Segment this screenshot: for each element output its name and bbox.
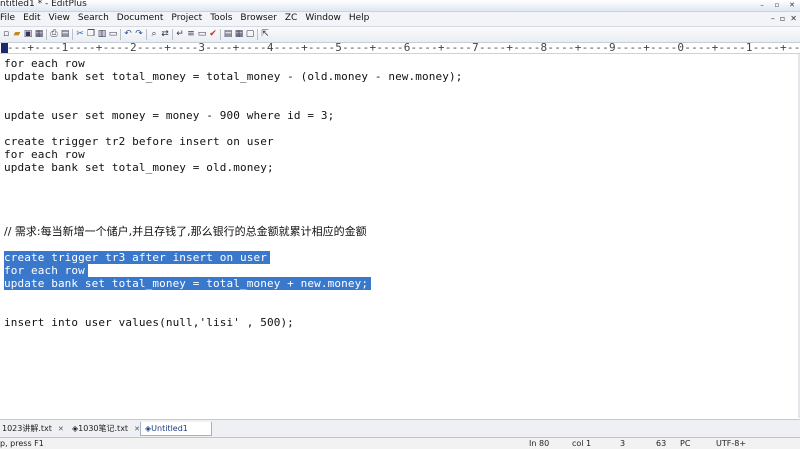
selected-code-line[interactable]: update bank set total_money = total_mone… — [4, 277, 372, 290]
code-comment-line[interactable]: // 需求:每当新增一个储户,并且存钱了,那么银行的总金额就累计相应的金额 — [4, 225, 367, 238]
document-controls: – ▫ ✕ — [771, 14, 797, 23]
menu-bar: File Edit View Search Document Project T… — [0, 12, 800, 27]
menu-help[interactable]: Help — [345, 13, 374, 23]
menu-search[interactable]: Search — [74, 13, 113, 23]
output-icon[interactable]: ▢ — [245, 29, 255, 40]
close-button[interactable]: ✕ — [786, 1, 798, 9]
text-editor[interactable]: for each row update bank set total_money… — [0, 54, 798, 418]
status-char-count: 63 — [656, 439, 667, 448]
tab-label: 1030笔记.txt — [78, 424, 129, 433]
tab-1030[interactable]: ◈1030笔记.txt ✕ — [72, 422, 140, 435]
spell-check-icon[interactable]: ✔ — [208, 29, 218, 40]
status-line: In 80 — [529, 439, 550, 448]
line-number-icon[interactable]: ≡ — [186, 29, 196, 40]
code-line[interactable]: create trigger tr2 before insert on user — [4, 135, 274, 148]
tab-1023[interactable]: 1023讲解.txt ✕ — [2, 422, 64, 435]
tab-untitled1[interactable]: ◈Untitled1 — [140, 422, 212, 436]
close-tab-icon[interactable]: ✕ — [58, 425, 64, 433]
save-icon[interactable]: ▣ — [23, 29, 33, 40]
menu-project[interactable]: Project — [167, 13, 206, 23]
ruler-cursor-marker — [1, 43, 8, 53]
status-lines-count: 3 — [620, 439, 626, 448]
save-all-icon[interactable]: ▦ — [34, 29, 44, 40]
status-encoding: UTF-8+ — [716, 439, 747, 448]
status-line-ending: PC — [680, 439, 691, 448]
cut-icon[interactable]: ✂ — [75, 29, 85, 40]
menu-file[interactable]: File — [0, 13, 19, 23]
status-column: col 1 — [572, 439, 592, 448]
menu-tools[interactable]: Tools — [206, 13, 236, 23]
code-line[interactable]: for each row — [4, 148, 85, 161]
menu-zc[interactable]: ZC — [281, 13, 301, 23]
delete-icon[interactable]: ▭ — [108, 29, 118, 40]
menu-view[interactable]: View — [45, 13, 74, 23]
tab-label: Untitled1 — [151, 424, 188, 433]
maximize-button[interactable]: ▫ — [771, 1, 783, 9]
paste-icon[interactable]: ▥ — [97, 29, 107, 40]
copy-icon[interactable]: ❐ — [86, 29, 96, 40]
doc-close-button[interactable]: ✕ — [790, 14, 797, 23]
cliptext-icon[interactable]: ▤ — [223, 29, 233, 40]
doc-restore-button[interactable]: ▫ — [780, 14, 785, 23]
window-controls: – ▫ ✕ — [756, 1, 798, 9]
code-line[interactable]: update user set money = money - 900 wher… — [4, 109, 334, 122]
menu-document[interactable]: Document — [113, 13, 168, 23]
new-file-icon[interactable]: ▫ — [1, 29, 11, 40]
status-hint: p, press F1 — [0, 439, 44, 448]
menu-edit[interactable]: Edit — [19, 13, 44, 23]
window-title: ntitled1 * - EditPlus — [0, 0, 87, 9]
print-icon[interactable]: ⎙ — [49, 29, 59, 40]
redo-icon[interactable]: ↷ — [134, 29, 144, 40]
directory-icon[interactable]: ▦ — [234, 29, 244, 40]
print-preview-icon[interactable]: ▤ — [60, 29, 70, 40]
document-tabs: 1023讲解.txt ✕ ◈1030笔记.txt ✕ ◈Untitled1 — [0, 419, 800, 437]
help-icon[interactable]: ⇱ — [260, 29, 270, 40]
title-bar: ntitled1 * - EditPlus – ▫ ✕ — [0, 0, 800, 12]
doc-minimize-button[interactable]: – — [771, 14, 775, 23]
ruler-icon[interactable]: ▭ — [197, 29, 207, 40]
find-icon[interactable]: ⌕ — [149, 29, 159, 40]
replace-icon[interactable]: ⇄ — [160, 29, 170, 40]
undo-icon[interactable]: ↶ — [123, 29, 133, 40]
code-line[interactable]: insert into user values(null,'lisi' , 50… — [4, 316, 294, 329]
code-line[interactable]: for each row — [4, 57, 85, 70]
menu-window[interactable]: Window — [301, 13, 345, 23]
status-bar: p, press F1 In 80 col 1 3 63 PC UTF-8+ — [0, 437, 800, 449]
menu-browser[interactable]: Browser — [236, 13, 280, 23]
ruler-scale: ----+----1----+----2----+----3----+----4… — [0, 41, 800, 54]
selected-code-line[interactable]: for each row — [4, 264, 88, 277]
tab-label: 1023讲解.txt — [2, 424, 52, 433]
ruler: ----+----1----+----2----+----3----+----4… — [0, 41, 800, 54]
selected-code-line[interactable]: create trigger tr3 after insert on user — [4, 251, 270, 264]
word-wrap-icon[interactable]: ↵ — [175, 29, 185, 40]
code-line[interactable]: update bank set total_money = old.money; — [4, 161, 274, 174]
open-file-icon[interactable]: ▰ — [12, 29, 22, 40]
code-line[interactable]: update bank set total_money = total_mone… — [4, 70, 463, 83]
minimize-button[interactable]: – — [756, 1, 768, 9]
